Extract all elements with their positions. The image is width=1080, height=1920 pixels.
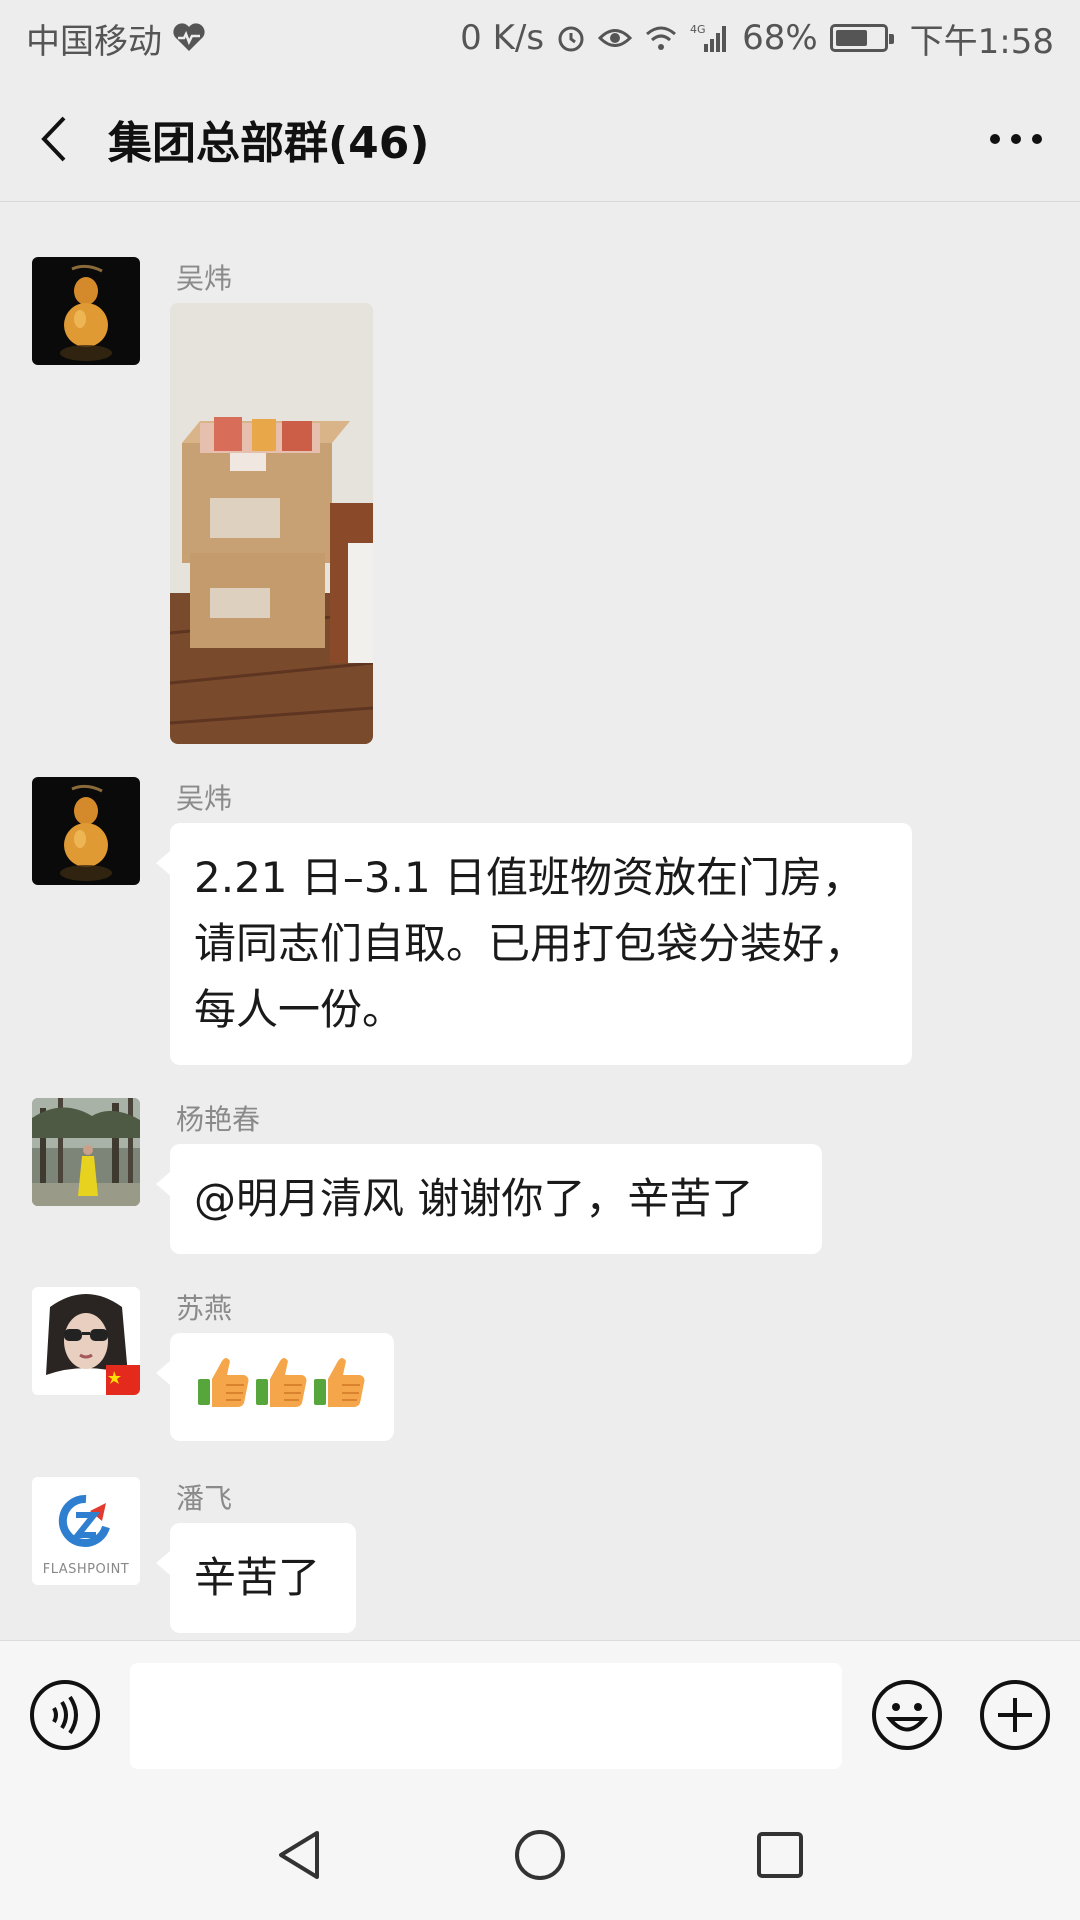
heart-pulse-icon [172, 23, 206, 53]
triangle-back-icon [279, 1831, 319, 1879]
emoji-button[interactable] [870, 1678, 944, 1752]
avatar[interactable]: FLASHPOINT [32, 1477, 140, 1585]
square-recents-icon [757, 1832, 803, 1878]
flashpoint-logo-icon: FLASHPOINT [32, 1477, 140, 1585]
sender-name: 杨艳春 [176, 1103, 261, 1136]
alarm-icon [556, 23, 586, 53]
forest-person-avatar-icon [32, 1098, 140, 1206]
text-bubble[interactable]: @明月清风 谢谢你了，辛苦了 [156, 1144, 822, 1254]
sender-name: 吴炜 [176, 262, 233, 295]
voice-button[interactable] [28, 1678, 102, 1752]
circle-home-icon [515, 1830, 565, 1880]
avatar[interactable] [32, 1287, 140, 1395]
logo-text: FLASHPOINT [43, 1562, 130, 1577]
message-input[interactable] [130, 1663, 842, 1769]
emoji-bubble[interactable] [156, 1333, 394, 1441]
boxes-photo-icon [170, 303, 373, 744]
sender-name: 潘飞 [176, 1482, 233, 1515]
message-list[interactable]: 吴炜 吴炜 2.21 日–3.1 日值班物资放在门房， 请同志们自取。已用打包袋… [0, 203, 1080, 1640]
text-bubble[interactable]: 2.21 日–3.1 日值班物资放在门房， 请同志们自取。已用打包袋分装好， 每… [156, 823, 912, 1065]
chat-header: 集团总部群(46) [0, 76, 1080, 202]
text-bubble[interactable]: 辛苦了 [156, 1523, 356, 1633]
eye-icon [598, 25, 633, 51]
chevron-left-icon [41, 116, 66, 161]
plus-button[interactable] [978, 1678, 1052, 1752]
gourd-avatar-icon [32, 777, 140, 885]
image-message[interactable] [170, 303, 373, 744]
back-button[interactable] [4, 89, 104, 189]
wifi-icon [644, 24, 678, 52]
status-bar: 中国移动 0 K/s 4G 68% 下午1:58 [0, 0, 1080, 76]
chat-title: 集团总部群(46) [108, 117, 430, 169]
battery-level [835, 30, 867, 46]
status-right: 0 K/s 4G 68% 下午1:58 [460, 14, 1054, 63]
sender-name: 吴炜 [176, 782, 233, 815]
avatar[interactable] [32, 1098, 140, 1206]
thumbs-up-icon [198, 1357, 366, 1408]
signal-icon: 4G [690, 22, 730, 54]
message-line: 2.21 日–3.1 日值班物资放在门房， [194, 853, 865, 902]
system-home-button[interactable] [503, 1818, 577, 1892]
more-dots-icon [990, 134, 1042, 144]
voice-icon [30, 1680, 100, 1750]
message-line: 辛苦了 [194, 1553, 321, 1602]
status-left: 中国移动 [26, 14, 206, 63]
gourd-avatar-icon [32, 257, 140, 365]
more-button[interactable] [978, 101, 1054, 177]
network-speed: 0 K/s [460, 18, 545, 58]
message-line: 请同志们自取。已用打包袋分装好， [194, 919, 867, 968]
emoji-icon [872, 1680, 942, 1750]
system-nav-bar [0, 1790, 1080, 1920]
message-line: 每人一份。 [194, 985, 405, 1034]
message-line: @明月清风 谢谢你了，辛苦了 [194, 1174, 754, 1223]
clock: 下午1:58 [909, 21, 1054, 62]
carrier-label: 中国移动 [26, 21, 162, 62]
sender-name: 苏燕 [176, 1292, 233, 1325]
system-back-button[interactable] [262, 1818, 336, 1892]
input-bar [0, 1640, 1080, 1790]
avatar[interactable] [32, 777, 140, 885]
sunglasses-woman-avatar-icon [32, 1287, 140, 1395]
network-type: 4G [690, 23, 706, 36]
battery-percent: 68% [742, 18, 818, 58]
system-recents-button[interactable] [743, 1818, 817, 1892]
avatar[interactable] [32, 257, 140, 365]
plus-icon [980, 1680, 1050, 1750]
battery-icon [829, 24, 894, 52]
